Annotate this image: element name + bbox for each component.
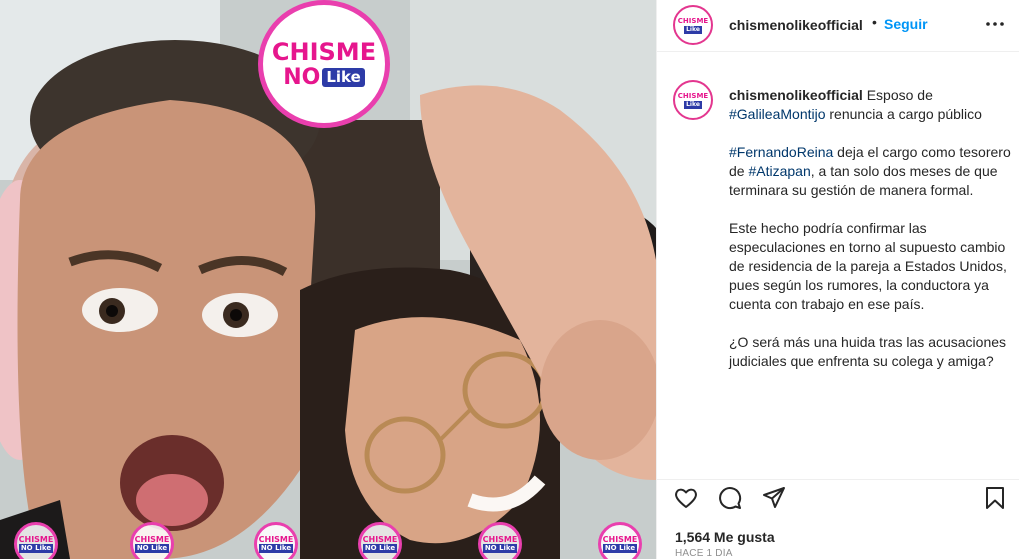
watermark-logo: CHISME NO Like xyxy=(478,522,522,559)
hashtag-link[interactable]: #Atizapan xyxy=(748,163,810,179)
separator-dot: • xyxy=(872,14,877,30)
brand-logo-like: Like xyxy=(322,68,365,87)
brand-logo: CHISME NO Like xyxy=(258,0,390,128)
post-timestamp[interactable]: HACE 1 DÍA xyxy=(675,548,733,559)
avatar-logo-like: Like xyxy=(684,25,702,34)
post-media[interactable]: CHISME NO Like CHISME NO Like CHISME NO … xyxy=(0,0,656,559)
caption-p4: ¿O será más una huida tras las acusacion… xyxy=(729,334,1007,369)
watermark-line2: NO Like xyxy=(134,544,170,553)
comment-icon[interactable] xyxy=(717,485,743,511)
watermark-line2: NO Like xyxy=(482,544,518,553)
watermark-line2: NO Like xyxy=(258,544,294,553)
watermark-line1: CHISME xyxy=(258,535,294,544)
watermark-line1: CHISME xyxy=(482,535,518,544)
hashtag-link[interactable]: #GalileaMontijo xyxy=(729,106,826,122)
watermark-line1: CHISME xyxy=(18,535,54,544)
watermark-line2: NO Like xyxy=(362,544,398,553)
heart-icon[interactable] xyxy=(673,485,699,511)
brand-logo-line1: CHISME xyxy=(271,37,377,66)
caption-intro-rest: renuncia a cargo público xyxy=(825,106,982,122)
follow-button[interactable]: Seguir xyxy=(884,16,928,32)
bookmark-icon[interactable] xyxy=(982,485,1008,511)
post-sidebar: CHISME Like chismenolikeofficial • Segui… xyxy=(656,0,1019,559)
brand-logo-no: NO xyxy=(283,64,321,90)
caption-text: chismenolikeofficial Esposo de #GalileaM… xyxy=(729,86,1019,371)
likes-count[interactable]: 1,564 Me gusta xyxy=(675,529,775,545)
share-icon[interactable] xyxy=(761,485,787,511)
post-header: CHISME Like chismenolikeofficial • Segui… xyxy=(657,0,1019,52)
watermark-logo: CHISME NO Like xyxy=(358,522,402,559)
watermark-line1: CHISME xyxy=(362,535,398,544)
hashtag-link[interactable]: #FernandoReina xyxy=(729,144,833,160)
caption-intro: Esposo de xyxy=(862,87,933,103)
action-bar: 1,564 Me gusta xyxy=(657,479,1019,559)
username-link[interactable]: chismenolikeofficial xyxy=(729,17,863,33)
avatar-logo-text: CHISME xyxy=(677,91,709,100)
watermark-logo: CHISME NO Like xyxy=(254,522,298,559)
avatar[interactable]: CHISME Like xyxy=(673,80,713,120)
caption-username-link[interactable]: chismenolikeofficial xyxy=(729,87,863,103)
watermark-line2: NO Like xyxy=(18,544,54,553)
watermark-logo: CHISME NO Like xyxy=(598,522,642,559)
avatar-logo-like: Like xyxy=(684,100,702,109)
watermark-logo: CHISME NO Like xyxy=(130,522,174,559)
watermark-line2: NO Like xyxy=(602,544,638,553)
more-horizontal-icon[interactable] xyxy=(984,14,1006,34)
watermark-line1: CHISME xyxy=(134,535,170,544)
avatar[interactable]: CHISME Like xyxy=(673,5,713,45)
caption-p3: Este hecho podría confirmar las especula… xyxy=(729,220,1007,312)
watermark-line1: CHISME xyxy=(602,535,638,544)
avatar-logo-text: CHISME xyxy=(677,16,709,25)
watermark-logo: CHISME NO Like xyxy=(14,522,58,559)
